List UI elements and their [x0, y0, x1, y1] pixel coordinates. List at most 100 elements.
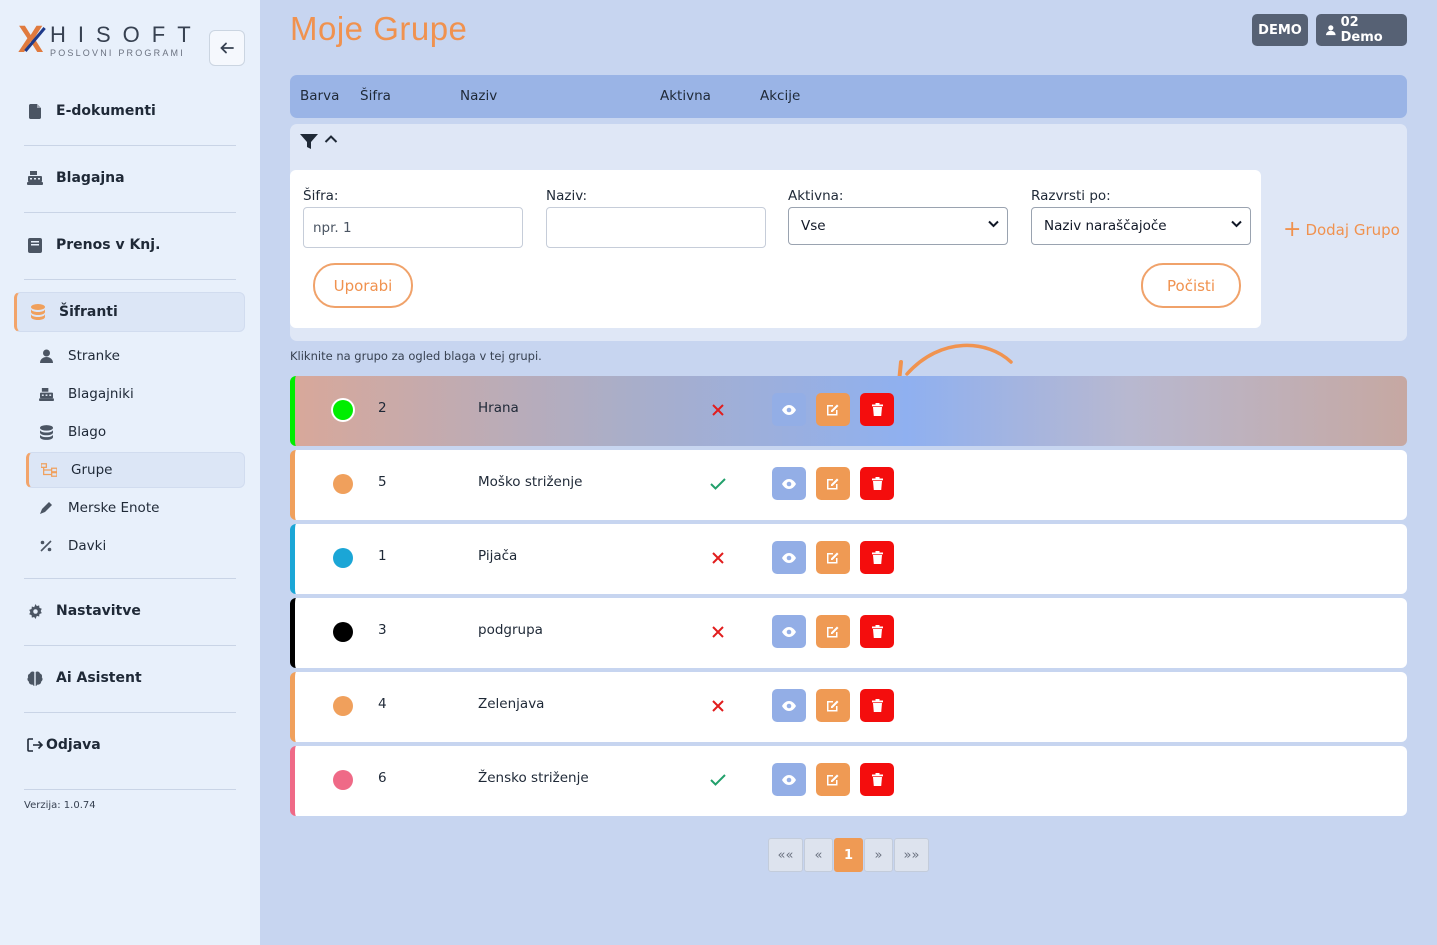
- aktivna-select[interactable]: Vse: [788, 207, 1008, 245]
- active-status: [708, 696, 728, 716]
- group-name: podgrupa: [478, 622, 543, 638]
- sidebar-subitem-stranke[interactable]: Stranke: [26, 338, 245, 374]
- collapse-sidebar-button[interactable]: [209, 30, 245, 66]
- view-button[interactable]: [772, 689, 806, 722]
- file-icon: [26, 102, 44, 120]
- edit-button[interactable]: [816, 615, 850, 648]
- user-icon: [38, 348, 54, 364]
- naziv-input[interactable]: [546, 207, 766, 248]
- sidebar-item-nastavitve[interactable]: Nastavitve: [14, 591, 245, 631]
- column-header-naziv[interactable]: Naziv: [460, 88, 497, 104]
- sifra-input[interactable]: [303, 207, 523, 248]
- delete-button[interactable]: [860, 541, 894, 574]
- edit-icon: [827, 700, 839, 712]
- sidebar-item-e-dokumenti[interactable]: E-dokumenti: [14, 91, 245, 131]
- edit-button[interactable]: [816, 467, 850, 500]
- sidebar-subitem-merske-enote[interactable]: Merske Enote: [26, 490, 245, 526]
- group-row[interactable]: 4 Zelenjava: [290, 672, 1407, 742]
- color-swatch: [333, 474, 353, 494]
- filter-form: Šifra: Naziv: Aktivna: Vse Razvrsti po: …: [290, 170, 1261, 328]
- demo-badge[interactable]: DEMO: [1252, 14, 1308, 46]
- group-code: 4: [378, 696, 387, 712]
- pagination-prev[interactable]: «: [804, 838, 833, 872]
- sidebar-item-ai-asistent[interactable]: Ai Asistent: [14, 658, 245, 698]
- cash-register-icon: [38, 386, 54, 402]
- delete-button[interactable]: [860, 393, 894, 426]
- group-row[interactable]: 2 Hrana: [290, 376, 1407, 446]
- column-header-sifra[interactable]: Šifra: [360, 88, 391, 104]
- group-code: 1: [378, 548, 387, 564]
- color-swatch: [333, 400, 353, 420]
- clear-button[interactable]: Počisti: [1141, 263, 1241, 308]
- color-swatch: [333, 622, 353, 642]
- user-menu-button[interactable]: 02 Demo: [1316, 14, 1407, 46]
- pagination-last[interactable]: »»: [894, 838, 929, 872]
- view-button[interactable]: [772, 615, 806, 648]
- delete-button[interactable]: [860, 467, 894, 500]
- sidebar-subitem-blago[interactable]: Blago: [26, 414, 245, 450]
- check-icon: [710, 478, 726, 490]
- view-button[interactable]: [772, 467, 806, 500]
- apply-button[interactable]: Uporabi: [313, 263, 413, 308]
- cross-icon: [712, 626, 724, 638]
- gear-icon: [26, 602, 44, 620]
- group-row[interactable]: 5 Moško striženje: [290, 450, 1407, 520]
- view-button[interactable]: [772, 541, 806, 574]
- edit-icon: [827, 478, 839, 490]
- active-status: [708, 548, 728, 568]
- view-button[interactable]: [772, 763, 806, 796]
- sidebar-item-sifranti[interactable]: Šifranti: [14, 292, 245, 332]
- column-header-barva[interactable]: Barva: [300, 88, 339, 104]
- edit-button[interactable]: [816, 689, 850, 722]
- divider: [24, 712, 236, 713]
- delete-button[interactable]: [860, 763, 894, 796]
- view-button[interactable]: [772, 393, 806, 426]
- add-group-button[interactable]: + Dodaj Grupo: [1283, 219, 1400, 241]
- razvrsti-label: Razvrsti po:: [1031, 188, 1111, 204]
- filter-toggle[interactable]: [300, 134, 338, 150]
- group-code: 6: [378, 770, 387, 786]
- active-status: [708, 474, 728, 494]
- edit-button[interactable]: [816, 393, 850, 426]
- sidebar-item-label: Odjava: [46, 737, 101, 753]
- arrow-left-icon: [220, 42, 234, 54]
- sidebar-item-label: Prenos v Knj.: [56, 237, 161, 253]
- pagination-page-current[interactable]: 1: [834, 838, 863, 872]
- sidebar-item-label: E-dokumenti: [56, 103, 156, 119]
- version-label: Verzija: 1.0.74: [24, 800, 96, 811]
- sidebar-item-odjava[interactable]: Odjava: [14, 725, 245, 765]
- eye-icon: [782, 404, 796, 415]
- razvrsti-select[interactable]: Naziv naraščajoče: [1031, 207, 1251, 245]
- sidebar-item-blagajna[interactable]: Blagajna: [14, 158, 245, 198]
- sidebar-subitem-grupe[interactable]: Grupe: [26, 452, 245, 488]
- sidebar-subitem-blagajniki[interactable]: Blagajniki: [26, 376, 245, 412]
- plus-icon: +: [1283, 217, 1302, 242]
- database-icon: [29, 303, 47, 321]
- edit-icon: [827, 404, 839, 416]
- pagination-first[interactable]: ««: [768, 838, 803, 872]
- divider: [24, 145, 236, 146]
- sidebar-subitem-label: Blago: [68, 424, 107, 440]
- edit-icon: [827, 774, 839, 786]
- delete-button[interactable]: [860, 689, 894, 722]
- delete-button[interactable]: [860, 615, 894, 648]
- sidebar-item-label: Ai Asistent: [56, 670, 142, 686]
- table-header: Barva Šifra Naziv Aktivna Akcije: [290, 75, 1407, 118]
- group-row[interactable]: 1 Pijača: [290, 524, 1407, 594]
- eye-icon: [782, 700, 796, 711]
- chevron-up-icon: [324, 135, 338, 143]
- column-header-aktivna[interactable]: Aktivna: [660, 88, 711, 104]
- trash-icon: [871, 551, 883, 564]
- naziv-label: Naziv:: [546, 188, 588, 204]
- edit-button[interactable]: [816, 541, 850, 574]
- sidebar-item-prenos[interactable]: Prenos v Knj.: [14, 225, 245, 265]
- divider: [24, 279, 236, 280]
- group-row[interactable]: 6 Žensko striženje: [290, 746, 1407, 816]
- sidebar: X HISOFT POSLOVNI PROGRAMI E-dokumenti B…: [0, 0, 260, 945]
- edit-button[interactable]: [816, 763, 850, 796]
- pagination-next[interactable]: »: [864, 838, 893, 872]
- group-row[interactable]: 3 podgrupa: [290, 598, 1407, 668]
- book-icon: [26, 236, 44, 254]
- brain-icon: [26, 669, 44, 687]
- sidebar-subitem-davki[interactable]: Davki: [26, 528, 245, 564]
